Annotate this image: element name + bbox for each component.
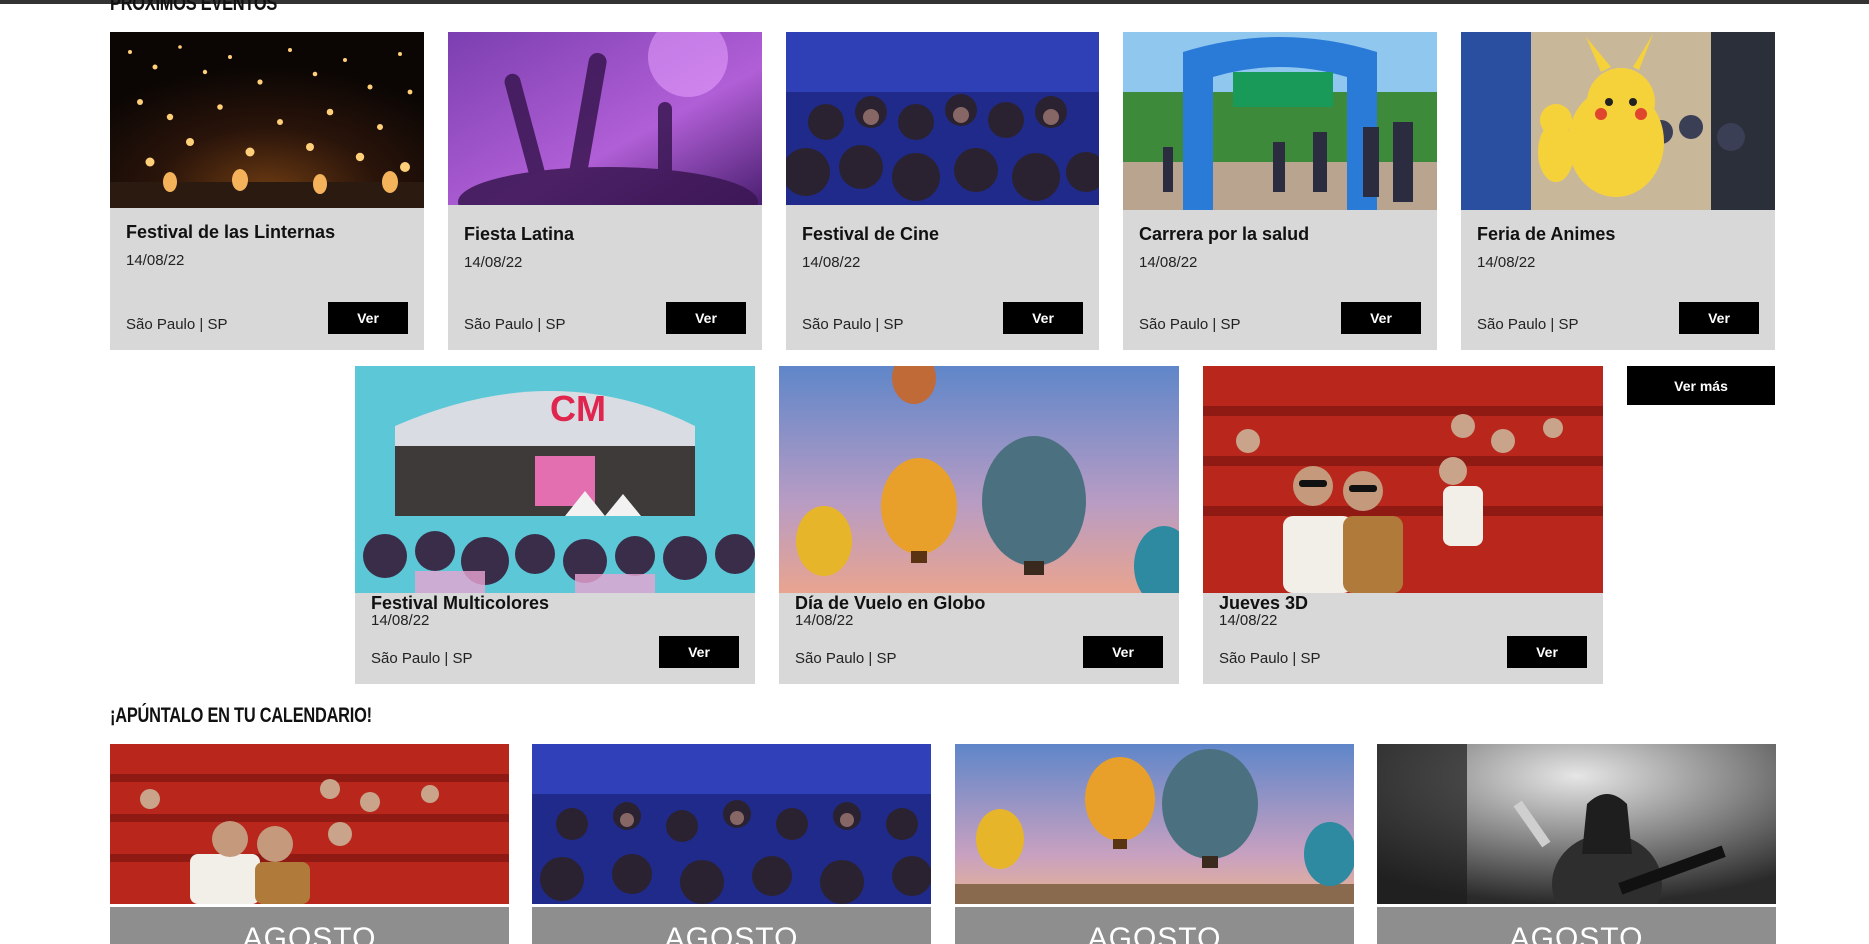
upcoming-events-title: PRÓXIMOS EVENTOS	[110, 0, 278, 15]
event-card-latin-party: Fiesta Latina 14/08/22 São Paulo | SP Ve…	[448, 32, 762, 350]
event-image-health-race	[1123, 32, 1437, 210]
view-event-button[interactable]: Ver	[659, 636, 739, 668]
event-title: Fiesta Latina	[464, 224, 575, 244]
view-event-button[interactable]: Ver	[1003, 302, 1083, 334]
calendar-card[interactable]: AGOSTO	[955, 744, 1354, 944]
event-location: São Paulo | SP	[1219, 650, 1321, 667]
event-date: 14/08/22	[464, 254, 523, 271]
calendar-image-balloons	[955, 744, 1354, 904]
event-date: 14/08/22	[802, 254, 861, 271]
event-card-anime-fair: Feria de Animes 14/08/22 São Paulo | SP …	[1461, 32, 1775, 350]
event-image-film-festival	[786, 32, 1099, 205]
event-location: São Paulo | SP	[126, 316, 228, 333]
event-image-multicolor-festival: CM	[355, 366, 755, 593]
event-card-health-race: Carrera por la salud 14/08/22 São Paulo …	[1123, 32, 1437, 350]
event-image-lanterns	[110, 32, 424, 208]
event-title: Jueves 3D	[1219, 593, 1309, 613]
event-title: Feria de Animes	[1477, 224, 1616, 244]
calendar-section-title: ¡APÚNTALO EN TU CALENDARIO!	[110, 704, 372, 727]
top-bar	[0, 0, 1869, 4]
calendar-month: AGOSTO	[110, 907, 509, 944]
calendar-card[interactable]: AGOSTO	[532, 744, 931, 944]
event-location: São Paulo | SP	[1477, 316, 1579, 333]
view-event-button[interactable]: Ver	[1083, 636, 1163, 668]
calendar-image-film	[532, 744, 931, 904]
event-image-balloon-day	[779, 366, 1179, 593]
view-event-button[interactable]: Ver	[1341, 302, 1421, 334]
event-title: Carrera por la salud	[1139, 224, 1310, 244]
calendar-month: AGOSTO	[1377, 907, 1776, 944]
event-card-lanterns: Festival de las Linternas 14/08/22 São P…	[110, 32, 424, 350]
event-title: Festival de Cine	[802, 224, 940, 244]
event-card-multicolor-festival: CM Festival Multicolores 14/08/22 São Pa…	[355, 366, 755, 684]
event-location: São Paulo | SP	[795, 650, 897, 667]
event-card-3d-thursday: Jueves 3D 14/08/22 São Paulo | SP Ver	[1203, 366, 1603, 684]
event-location: São Paulo | SP	[1139, 316, 1241, 333]
event-date: 14/08/22	[126, 252, 185, 269]
event-image-latin-party	[448, 32, 762, 205]
event-date: 14/08/22	[1477, 254, 1536, 271]
view-event-button[interactable]: Ver	[1679, 302, 1759, 334]
view-event-button[interactable]: Ver	[328, 302, 408, 334]
calendar-card[interactable]: AGOSTO	[1377, 744, 1776, 944]
event-title: Festival Multicolores	[371, 593, 550, 613]
view-event-button[interactable]: Ver	[666, 302, 746, 334]
calendar-image-cinema	[110, 744, 509, 904]
event-card-balloon-day: Día de Vuelo en Globo 14/08/22 São Paulo…	[779, 366, 1179, 684]
calendar-month: AGOSTO	[955, 907, 1354, 944]
event-image-anime-fair	[1461, 32, 1775, 210]
event-location: São Paulo | SP	[371, 650, 473, 667]
event-location: São Paulo | SP	[464, 316, 566, 333]
event-date: 14/08/22	[795, 612, 854, 629]
calendar-card[interactable]: AGOSTO	[110, 744, 509, 944]
svg-text:CM: CM	[550, 388, 606, 429]
calendar-month: AGOSTO	[532, 907, 931, 944]
event-card-film-festival: Festival de Cine 14/08/22 São Paulo | SP…	[786, 32, 1099, 350]
event-title: Día de Vuelo en Globo	[795, 593, 986, 613]
event-date: 14/08/22	[371, 612, 430, 629]
event-title: Festival de las Linternas	[126, 222, 336, 242]
event-image-3d-thursday	[1203, 366, 1603, 593]
event-location: São Paulo | SP	[802, 316, 904, 333]
see-more-button[interactable]: Ver más	[1627, 366, 1775, 405]
view-event-button[interactable]: Ver	[1507, 636, 1587, 668]
event-date: 14/08/22	[1139, 254, 1198, 271]
event-date: 14/08/22	[1219, 612, 1278, 629]
calendar-image-rock-concert	[1377, 744, 1776, 904]
